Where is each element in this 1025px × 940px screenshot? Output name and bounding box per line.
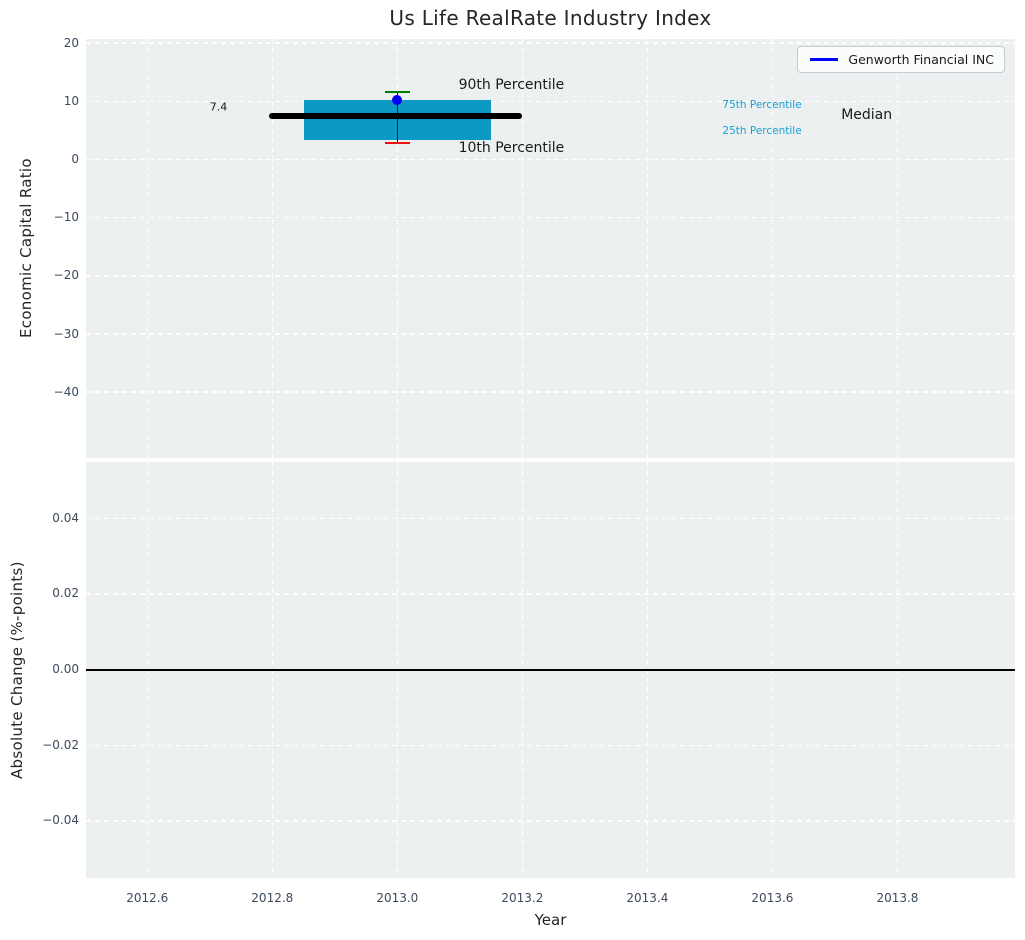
legend: Genworth Financial INC — [797, 46, 1005, 73]
y-tick-label: 0.00 — [0, 662, 79, 677]
y-tick-label: 10 — [0, 94, 79, 109]
v-gridline — [647, 39, 649, 458]
x-tick-label: 2013.8 — [862, 891, 932, 906]
zero-reference-line — [86, 669, 1015, 671]
annotation-25th-percentile: 25th Percentile — [722, 125, 801, 137]
h-gridline — [86, 333, 1015, 335]
y-tick-label: 20 — [0, 36, 79, 51]
y-tick-label: −0.02 — [0, 738, 79, 753]
x-tick-label: 2013.2 — [487, 891, 557, 906]
chart-figure: Us Life RealRate Industry Index Economic… — [0, 0, 1025, 940]
annotation-10th-percentile: 10th Percentile — [459, 140, 565, 156]
legend-line-sample — [810, 58, 838, 61]
v-gridline — [522, 39, 524, 458]
y-tick-label: 0 — [0, 152, 79, 167]
top-axes-plot-area: Genworth Financial INC 7.4 90th Percentil… — [86, 39, 1015, 458]
10th-percentile-cap — [385, 142, 410, 145]
v-gridline — [272, 39, 274, 458]
h-gridline — [86, 518, 1015, 520]
y-tick-label: −10 — [0, 210, 79, 225]
h-gridline — [86, 820, 1015, 822]
h-gridline — [86, 593, 1015, 595]
h-gridline — [86, 217, 1015, 219]
y-tick-label: −40 — [0, 385, 79, 400]
y-tick-label: −30 — [0, 327, 79, 342]
h-gridline — [86, 391, 1015, 393]
legend-label: Genworth Financial INC — [848, 51, 994, 68]
x-tick-label: 2013.0 — [362, 891, 432, 906]
x-axis-label: Year — [86, 911, 1015, 929]
y-tick-label: 0.02 — [0, 586, 79, 601]
x-tick-label: 2013.6 — [737, 891, 807, 906]
h-gridline — [86, 745, 1015, 747]
annotation-7-4: 7.4 — [210, 101, 228, 114]
bottom-axes-plot-area — [86, 462, 1015, 878]
y-tick-label: −0.04 — [0, 813, 79, 828]
v-gridline — [897, 39, 899, 458]
y-tick-label: −20 — [0, 268, 79, 283]
y-tick-label: 0.04 — [0, 511, 79, 526]
chart-title: Us Life RealRate Industry Index — [86, 6, 1015, 30]
annotation-median: Median — [841, 107, 892, 123]
annotation-75th-percentile: 75th Percentile — [722, 99, 801, 111]
h-gridline — [86, 159, 1015, 161]
h-gridline — [86, 275, 1015, 277]
x-tick-label: 2012.8 — [237, 891, 307, 906]
x-tick-label: 2012.6 — [112, 891, 182, 906]
x-tick-label: 2013.4 — [612, 891, 682, 906]
annotation-90th-percentile: 90th Percentile — [459, 77, 565, 93]
median-line — [269, 113, 522, 119]
90th-percentile-cap — [385, 91, 410, 94]
h-gridline — [86, 42, 1015, 44]
v-gridline — [147, 39, 149, 458]
